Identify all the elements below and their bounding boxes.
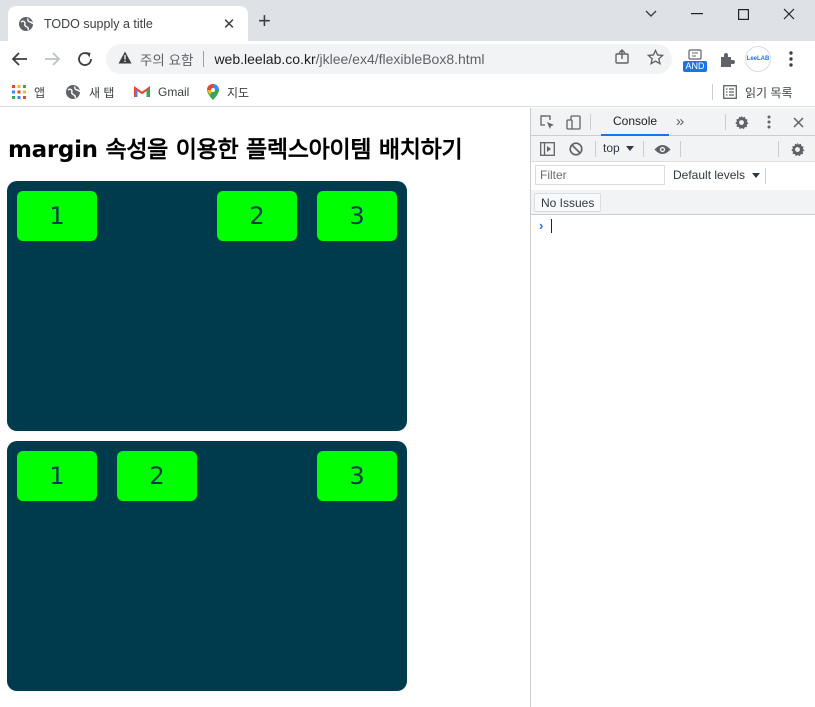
flex-item: 3 (317, 451, 397, 501)
tab-search-icon[interactable] (628, 0, 674, 28)
more-tabs-icon[interactable]: » (673, 112, 687, 130)
context-selector[interactable]: top (603, 141, 634, 155)
share-icon[interactable] (613, 48, 631, 66)
url-host: web.leelab.co.kr (214, 51, 316, 67)
bookmark-gmail-label: Gmail (158, 85, 190, 99)
flex-item: 2 (117, 451, 197, 501)
globe-icon (65, 84, 81, 100)
bookmark-maps-label: 지도 (227, 85, 250, 100)
log-levels-dropdown[interactable]: Default levels (673, 168, 761, 182)
gmail-icon (134, 86, 150, 98)
flex-item: 1 (17, 451, 97, 501)
browser-tab[interactable]: TODO supply a title ✕ (8, 6, 248, 41)
filter-input[interactable] (535, 165, 665, 185)
console-settings-gear-icon[interactable] (789, 141, 805, 157)
bookmark-apps-label: 앱 (34, 85, 46, 100)
forward-arrow-icon[interactable] (40, 47, 64, 71)
flex-container-2: 1 2 3 (7, 441, 407, 691)
new-tab-button[interactable]: + (258, 10, 271, 32)
reload-icon[interactable] (73, 47, 97, 71)
inspect-element-icon[interactable] (539, 114, 555, 130)
devtools-tabbar: Console » (531, 108, 815, 136)
dropdown-caret-icon (625, 141, 634, 155)
reading-list-label: 읽기 목록 (745, 85, 793, 100)
prompt-chevron-icon: › (539, 218, 544, 233)
bookmark-apps[interactable]: 앱 (12, 82, 45, 102)
tab-strip: TODO supply a title ✕ + (0, 0, 815, 41)
page-viewport: margin 속성을 이용한 플렉스아이템 배치하기 1 2 3 1 2 3 (0, 108, 530, 707)
no-issues-button[interactable]: No Issues (534, 193, 602, 212)
address-bar[interactable]: 주의 요함 web.leelab.co.kr/jklee/ex4/flexibl… (106, 44, 672, 74)
settings-gear-icon[interactable] (733, 114, 749, 130)
reading-list-icon (723, 85, 737, 99)
maps-pin-icon (207, 84, 219, 100)
bookmarks-divider (712, 84, 713, 100)
warning-icon[interactable] (118, 51, 132, 67)
device-toolbar-icon[interactable] (565, 114, 581, 130)
profile-label: LeeLAB (746, 56, 770, 62)
flex-item: 2 (217, 191, 297, 241)
devtools-panel: Console » top Filter Default levels No I… (530, 108, 815, 707)
back-arrow-icon[interactable] (8, 47, 32, 71)
bookmark-maps[interactable]: 지도 (207, 82, 249, 102)
bookmark-new-tab[interactable]: 새 탭 (65, 82, 114, 102)
context-label: top (603, 141, 620, 155)
browser-toolbar: 주의 요함 web.leelab.co.kr/jklee/ex4/flexibl… (0, 41, 815, 77)
globe-icon (18, 16, 34, 32)
devtools-divider (778, 141, 779, 157)
reading-list-button[interactable]: 읽기 목록 (723, 82, 793, 102)
maximize-icon[interactable] (720, 0, 766, 28)
tab-console[interactable]: Console (601, 108, 670, 136)
page-heading: margin 속성을 이용한 플렉스아이템 배치하기 (8, 137, 463, 163)
devtools-divider (680, 141, 681, 157)
live-expression-eye-icon[interactable] (653, 141, 671, 157)
devtools-divider (643, 141, 644, 157)
log-levels-label: Default levels (673, 168, 746, 182)
url-path: /jklee/ex4/flexibleBox8.html (315, 51, 485, 67)
dropdown-caret-icon (752, 168, 761, 182)
console-toolbar: top (531, 136, 815, 162)
puzzle-icon[interactable] (716, 49, 738, 71)
console-filter-row: Default levels (531, 162, 815, 190)
minimize-icon[interactable] (674, 0, 720, 28)
flex-item: 3 (317, 191, 397, 241)
clear-console-icon[interactable] (568, 141, 584, 157)
console-prompt[interactable]: › (539, 218, 553, 233)
extension-and-icon[interactable]: AND (681, 45, 709, 75)
text-caret (551, 218, 553, 233)
devtools-divider (725, 114, 726, 130)
issues-row: No Issues (531, 190, 815, 215)
apps-grid-icon (12, 85, 26, 99)
bookmark-star-icon[interactable] (646, 48, 664, 66)
address-divider (203, 51, 205, 67)
sidebar-toggle-icon[interactable] (539, 141, 555, 157)
bookmark-gmail[interactable]: Gmail (134, 82, 189, 102)
profile-avatar[interactable]: LeeLAB (745, 46, 771, 72)
menu-kebab-icon[interactable] (782, 50, 800, 68)
devtools-divider (595, 141, 596, 157)
flex-item: 1 (17, 191, 97, 241)
tab-title: TODO supply a title (44, 16, 153, 31)
devtools-divider (765, 168, 766, 184)
extension-badge: AND (683, 60, 707, 72)
devtools-menu-icon[interactable] (763, 114, 775, 130)
flex-container-1: 1 2 3 (7, 181, 407, 431)
window-close-icon[interactable] (766, 0, 812, 28)
bookmark-new-tab-label: 새 탭 (89, 85, 115, 100)
devtools-divider (590, 114, 591, 130)
devtools-close-icon[interactable] (791, 115, 805, 129)
bookmarks-bar: 앱 새 탭 Gmail 지도 읽기 목록 (0, 77, 815, 107)
security-label[interactable]: 주의 요함 (140, 49, 193, 69)
tab-close-icon[interactable]: ✕ (220, 15, 238, 33)
